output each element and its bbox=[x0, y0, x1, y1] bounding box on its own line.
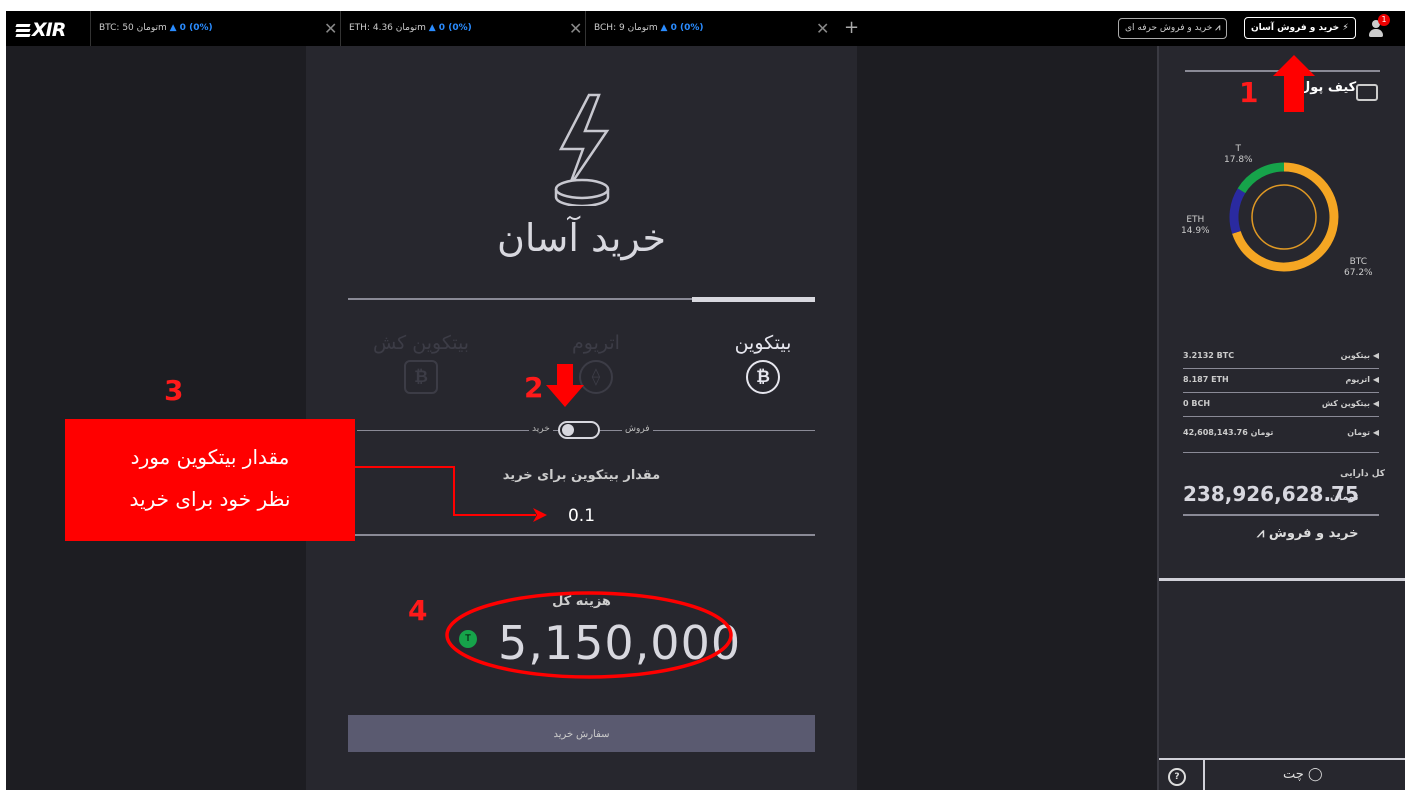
app-window: XIR BTC: تومان 50m ▲ 0 (0%) ✕ ETH: تومان… bbox=[6, 11, 1405, 790]
annotation-number-4: 4 bbox=[408, 594, 428, 627]
arrow-down-icon bbox=[546, 364, 584, 407]
highlight-ellipse bbox=[445, 591, 733, 679]
callout-connector bbox=[355, 466, 536, 516]
annotation-callout: مقدار بیتکوین مورد نظر خود برای خرید bbox=[65, 419, 355, 541]
annotation-layer bbox=[355, 55, 1315, 679]
annotation-number-1: 1 bbox=[1239, 76, 1259, 109]
callout-line-2: نظر خود برای خرید bbox=[129, 487, 291, 511]
arrow-up-icon bbox=[1273, 55, 1315, 112]
annotation-number-2: 2 bbox=[524, 371, 544, 404]
callout-line-1: مقدار بیتکوین مورد bbox=[130, 445, 290, 469]
annotation-number-3: 3 bbox=[164, 374, 184, 407]
